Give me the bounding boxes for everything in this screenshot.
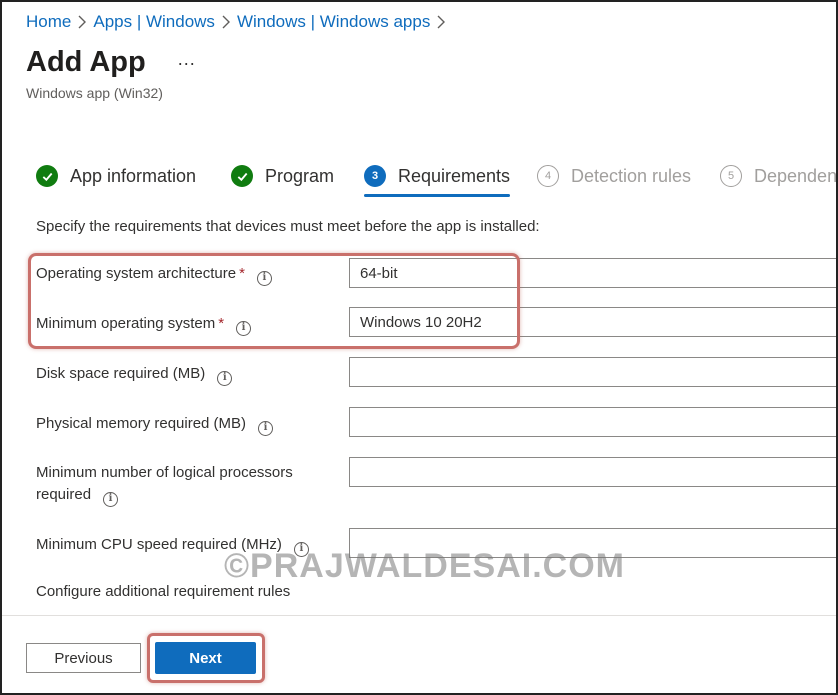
breadcrumb: Home Apps | Windows Windows | Windows ap… [26, 12, 452, 32]
step-requirements[interactable]: 3 Requirements [364, 162, 511, 197]
page-subtitle: Windows app (Win32) [26, 85, 163, 101]
required-marker: * [218, 315, 225, 332]
chevron-right-icon [430, 15, 452, 29]
breadcrumb-windows-apps[interactable]: Windows | Windows apps [237, 12, 430, 32]
step-number-badge: 3 [364, 165, 386, 187]
more-options-button[interactable]: ... [178, 49, 196, 70]
info-icon[interactable]: i [236, 320, 252, 336]
step-number-badge: 4 [537, 165, 559, 187]
info-icon[interactable]: i [256, 270, 272, 286]
step-detection-rules[interactable]: 4 Detection rules [537, 162, 691, 190]
title-row: Add App ... [26, 46, 196, 79]
step-label: Program [265, 165, 335, 186]
step-dependencies[interactable]: 5 Dependencies [720, 162, 838, 190]
info-icon[interactable]: i [217, 370, 233, 386]
step-label: Dependencies [754, 165, 838, 186]
checkmark-icon [231, 165, 253, 187]
info-icon[interactable]: i [103, 491, 119, 507]
cpu-speed-label: Minimum CPU speed required (MHz) i [36, 534, 309, 557]
chevron-right-icon [215, 15, 237, 29]
window-frame: Home Apps | Windows Windows | Windows ap… [0, 0, 838, 695]
breadcrumb-apps-windows[interactable]: Apps | Windows [93, 12, 215, 32]
info-icon[interactable]: i [293, 541, 309, 557]
os-architecture-label: Operating system architecture * i [36, 263, 272, 286]
additional-rules-link[interactable]: Configure additional requirement rules [36, 583, 290, 600]
step-number-badge: 5 [720, 165, 742, 187]
next-button[interactable]: Next [155, 642, 256, 674]
logical-processors-input[interactable] [349, 457, 836, 487]
breadcrumb-home[interactable]: Home [26, 12, 71, 32]
physical-memory-input[interactable] [349, 407, 836, 437]
min-os-select[interactable]: Windows 10 20H2 [349, 307, 836, 337]
logical-processors-label: Minimum number of logical processors requ… [36, 462, 336, 507]
step-label: Detection rules [571, 165, 692, 186]
step-label: Requirements [398, 165, 511, 186]
cpu-speed-input[interactable] [349, 528, 836, 558]
required-marker: * [239, 265, 245, 282]
footer-divider [2, 615, 836, 616]
step-label: App information [70, 165, 197, 186]
physical-memory-label: Physical memory required (MB) i [36, 413, 274, 436]
requirements-description: Specify the requirements that devices mu… [36, 218, 540, 235]
min-os-label: Minimum operating system * i [36, 313, 252, 336]
page-title: Add App [26, 46, 146, 78]
os-architecture-select[interactable]: 64-bit [349, 258, 836, 288]
step-program[interactable]: Program [231, 162, 334, 190]
info-icon[interactable]: i [258, 420, 274, 436]
disk-space-label: Disk space required (MB) i [36, 363, 233, 386]
disk-space-input[interactable] [349, 357, 836, 387]
chevron-right-icon [71, 15, 93, 29]
checkmark-icon [36, 165, 58, 187]
step-app-information[interactable]: App information [36, 162, 196, 190]
previous-button[interactable]: Previous [26, 643, 141, 673]
